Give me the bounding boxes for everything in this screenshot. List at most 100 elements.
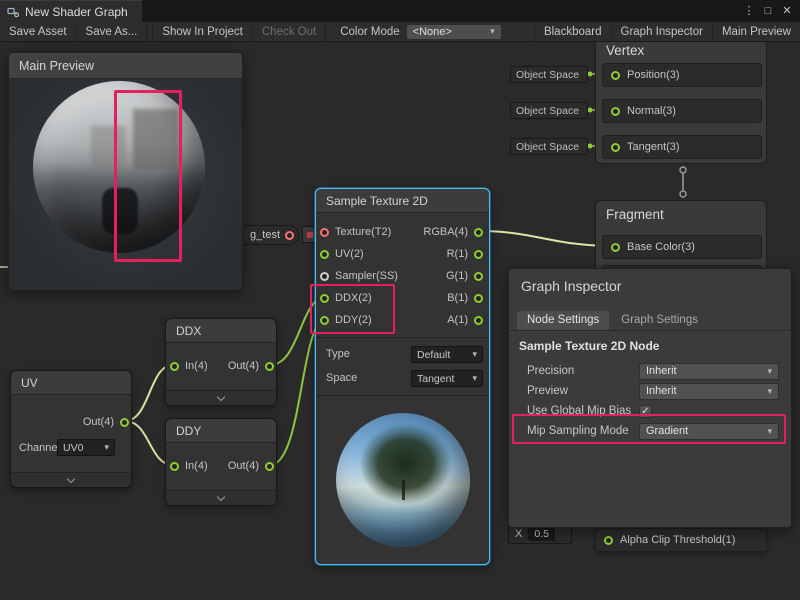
chevron-down-icon: ▾ bbox=[472, 374, 477, 383]
mip-bias-checkbox[interactable]: ✓ bbox=[639, 405, 652, 418]
tab-graph-settings[interactable]: Graph Settings bbox=[611, 311, 708, 330]
space-dropdown[interactable]: Tangent ▾ bbox=[411, 370, 483, 387]
uv-out-port[interactable] bbox=[120, 418, 129, 427]
ddx-out-port[interactable] bbox=[265, 362, 274, 371]
normal-space-dropdown[interactable]: Object Space bbox=[510, 102, 588, 119]
fragment-basecolor-row[interactable]: Base Color(3) bbox=[602, 235, 762, 259]
uv-channel-value: UV0 bbox=[63, 442, 83, 454]
graph-inspector-toggle-button[interactable]: Graph Inspector bbox=[611, 22, 712, 41]
close-icon[interactable]: ✕ bbox=[779, 2, 795, 20]
uv-out-label: Out(4) bbox=[83, 416, 114, 428]
rgba-output-label: RGBA(4) bbox=[423, 226, 468, 238]
uv-input-label: UV(2) bbox=[335, 248, 364, 260]
space-label: Space bbox=[326, 367, 357, 389]
property-output-port[interactable] bbox=[285, 231, 294, 240]
inspector-tabs: Node Settings Graph Settings bbox=[509, 307, 791, 331]
show-in-project-button[interactable]: Show In Project bbox=[153, 22, 253, 41]
basecolor-input-port[interactable] bbox=[611, 243, 620, 252]
vertex-tangent-row[interactable]: Tangent(3) bbox=[602, 135, 762, 159]
sample-node-title: Sample Texture 2D bbox=[316, 189, 489, 213]
ddx-in-port[interactable] bbox=[170, 362, 179, 371]
check-out-button: Check Out bbox=[253, 22, 326, 41]
ddy-out-port[interactable] bbox=[265, 462, 274, 471]
main-preview-toggle-button[interactable]: Main Preview bbox=[712, 22, 800, 41]
vertex-block[interactable]: Vertex Position(3) Normal(3) Tangent(3) bbox=[595, 42, 767, 164]
r-output-port[interactable] bbox=[474, 250, 483, 259]
uv-node-title: UV bbox=[11, 371, 131, 395]
wire-rgba-to-basecolor[interactable] bbox=[479, 231, 614, 246]
type-label: Type bbox=[326, 343, 350, 365]
tangent-input-port[interactable] bbox=[611, 143, 620, 152]
vertex-position-row[interactable]: Position(3) bbox=[602, 63, 762, 87]
alpha-clip-threshold-row[interactable]: Alpha Clip Threshold(1) bbox=[595, 528, 767, 552]
save-asset-button[interactable]: Save Asset bbox=[0, 22, 77, 41]
node-divider bbox=[316, 337, 489, 338]
color-mode-dropdown[interactable]: <None> ▾ bbox=[406, 24, 502, 40]
sample-texture-2d-node[interactable]: Sample Texture 2D Texture(T2) UV(2) Samp… bbox=[315, 188, 490, 565]
g-output-label: G(1) bbox=[446, 270, 468, 282]
position-space-dropdown[interactable]: Object Space bbox=[510, 66, 588, 83]
normal-label: Normal(3) bbox=[627, 105, 676, 117]
ddx-input-label: DDX(2) bbox=[335, 292, 372, 304]
position-label: Position(3) bbox=[627, 69, 680, 81]
precision-label: Precision bbox=[527, 365, 574, 377]
rgba-output-port[interactable] bbox=[474, 228, 483, 237]
tab-node-settings[interactable]: Node Settings bbox=[517, 311, 609, 330]
position-input-port[interactable] bbox=[611, 71, 620, 80]
main-preview-panel[interactable]: Main Preview bbox=[8, 52, 243, 290]
type-dropdown[interactable]: Default ▾ bbox=[411, 346, 483, 363]
ddy-in-port[interactable] bbox=[170, 462, 179, 471]
window-title: New Shader Graph bbox=[25, 5, 128, 19]
graph-canvas[interactable]: g_test UV Out(4) Channe UV0 ▾ DDX bbox=[0, 42, 800, 600]
preview-dropdown[interactable]: Inherit ▾ bbox=[639, 383, 779, 400]
uv-input-port[interactable] bbox=[320, 250, 329, 259]
normal-input-port[interactable] bbox=[611, 107, 620, 116]
uv-channel-dropdown[interactable]: UV0 ▾ bbox=[57, 439, 115, 456]
precision-dropdown[interactable]: Inherit ▾ bbox=[639, 363, 779, 380]
ddx-collapse-strip[interactable] bbox=[166, 390, 276, 405]
ddx-in-label: In(4) bbox=[185, 360, 208, 372]
sampler-input-port[interactable] bbox=[320, 272, 329, 281]
texture-input-port[interactable] bbox=[320, 228, 329, 237]
float-value-field[interactable]: 0.5 bbox=[528, 527, 555, 541]
chevron-down-icon: ▾ bbox=[490, 27, 495, 36]
ddx-input-port[interactable] bbox=[320, 294, 329, 303]
uv-node[interactable]: UV Out(4) Channe UV0 ▾ bbox=[10, 370, 132, 488]
connector-end-icon bbox=[680, 167, 686, 173]
space-dot-icon bbox=[588, 108, 593, 113]
uv-collapse-strip[interactable] bbox=[11, 472, 131, 487]
texture-preview-sphere bbox=[336, 413, 470, 547]
b-output-port[interactable] bbox=[474, 294, 483, 303]
tangent-space-dropdown[interactable]: Object Space bbox=[510, 138, 588, 155]
document-tab[interactable]: New Shader Graph bbox=[0, 0, 142, 22]
sampler-input-label: Sampler(SS) bbox=[335, 270, 398, 282]
g-output-port[interactable] bbox=[474, 272, 483, 281]
vertex-normal-row[interactable]: Normal(3) bbox=[602, 99, 762, 123]
main-preview-header[interactable]: Main Preview bbox=[9, 53, 242, 79]
ddy-in-row: In(4) bbox=[170, 455, 208, 477]
save-as-button[interactable]: Save As... bbox=[77, 22, 148, 41]
ddx-node[interactable]: DDX In(4) Out(4) bbox=[165, 318, 277, 406]
maximize-icon[interactable]: □ bbox=[760, 2, 776, 20]
chevron-down-icon: ▾ bbox=[767, 367, 772, 376]
blackboard-toggle-button[interactable]: Blackboard bbox=[534, 22, 611, 41]
uv-out-row: Out(4) bbox=[83, 411, 129, 433]
sample-output-row: B(1) bbox=[447, 287, 483, 309]
ddy-node[interactable]: DDY In(4) Out(4) bbox=[165, 418, 277, 506]
ddx-node-title: DDX bbox=[166, 319, 276, 343]
alpha-clip-input-port[interactable] bbox=[604, 536, 613, 545]
ddx-out-row: Out(4) bbox=[228, 355, 274, 377]
window-controls: ⋮ □ ✕ bbox=[741, 2, 800, 20]
a-output-port[interactable] bbox=[474, 316, 483, 325]
mip-mode-label: Mip Sampling Mode bbox=[527, 425, 629, 437]
ddy-collapse-strip[interactable] bbox=[166, 490, 276, 505]
space-value: Tangent bbox=[417, 373, 454, 385]
mip-mode-dropdown[interactable]: Gradient ▾ bbox=[639, 423, 779, 440]
reflection-building-shape bbox=[91, 126, 125, 171]
graph-inspector-panel[interactable]: Graph Inspector Node Settings Graph Sett… bbox=[508, 268, 792, 528]
kebab-menu-icon[interactable]: ⋮ bbox=[741, 2, 757, 20]
basecolor-label: Base Color(3) bbox=[627, 241, 695, 253]
texture-input-label: Texture(T2) bbox=[335, 226, 391, 238]
a-output-label: A(1) bbox=[447, 314, 468, 326]
ddy-input-port[interactable] bbox=[320, 316, 329, 325]
